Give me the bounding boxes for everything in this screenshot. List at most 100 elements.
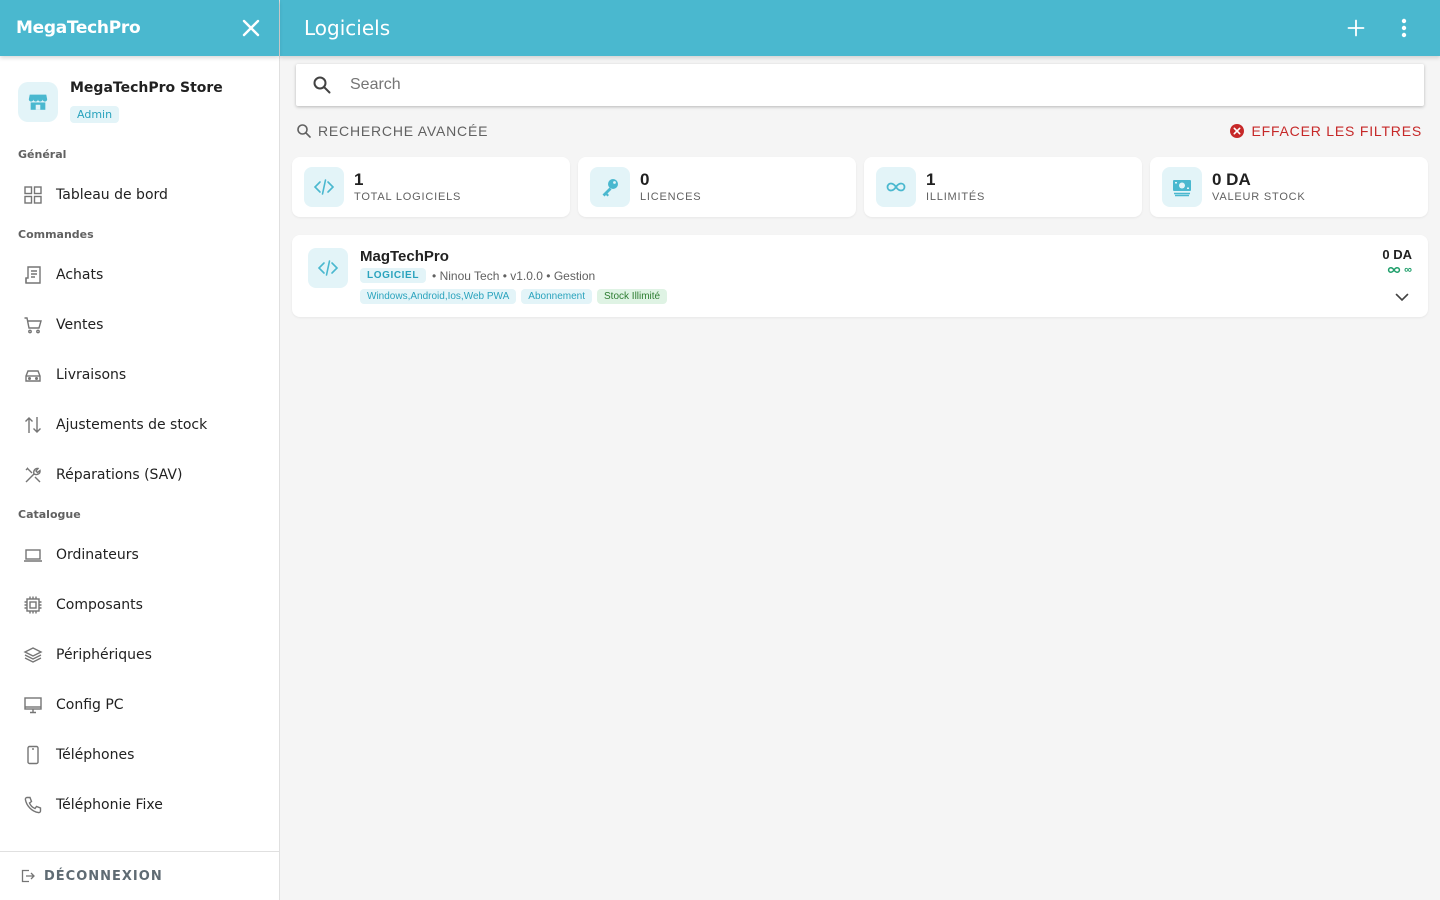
sidebar-item-label: Réparations (SAV) xyxy=(56,467,183,483)
monitor-icon xyxy=(24,697,42,714)
platform-tag: Windows,Android,Ios,Web PWA xyxy=(360,289,517,304)
stat-card-illimites: 1 ILLIMITÉS xyxy=(864,157,1142,217)
top-app-bar: Logiciels xyxy=(280,0,1440,56)
main-content: Logiciels RECHERCHE AVANCÉE EFFACER LES … xyxy=(280,0,1440,900)
more-menu-button[interactable] xyxy=(1380,4,1428,52)
stat-label: ILLIMITÉS xyxy=(926,191,986,203)
chevron-down-icon xyxy=(1395,293,1409,301)
phone-icon xyxy=(27,745,39,765)
cart-icon xyxy=(24,317,42,334)
store-icon xyxy=(28,94,48,110)
stat-value: 0 DA xyxy=(1212,170,1251,189)
sidebar-item-label: Ventes xyxy=(56,317,104,333)
code-icon xyxy=(317,260,339,276)
sidebar-item-peripheriques[interactable]: Périphériques xyxy=(0,630,279,680)
sidebar-item-label: Config PC xyxy=(56,697,124,713)
laptop-icon xyxy=(24,549,42,562)
sidebar-item-label: Ordinateurs xyxy=(56,547,139,563)
chip-icon xyxy=(24,596,42,614)
sidebar-item-achats[interactable]: Achats xyxy=(0,250,279,300)
product-stock: ∞ xyxy=(1404,264,1412,276)
sidebar-item-label: Ajustements de stock xyxy=(56,417,208,433)
sidebar-item-dashboard[interactable]: Tableau de bord xyxy=(0,170,279,220)
close-sidebar-button[interactable] xyxy=(239,16,263,40)
section-title-general: Général xyxy=(18,148,67,161)
landline-icon xyxy=(24,796,42,814)
add-button[interactable] xyxy=(1332,4,1380,52)
advanced-search-label: RECHERCHE AVANCÉE xyxy=(318,123,489,139)
section-title-commandes: Commandes xyxy=(18,228,94,241)
role-badge: Admin xyxy=(70,106,120,123)
product-thumbnail xyxy=(308,248,348,288)
product-name: MagTechPro xyxy=(360,248,449,265)
advanced-search-button[interactable]: RECHERCHE AVANCÉE xyxy=(296,123,488,139)
search-icon xyxy=(297,124,311,138)
brand-name: MegaTechPro xyxy=(16,18,141,38)
sidebar-nav: Général Tableau de bord Commandes Achats… xyxy=(0,140,279,850)
sidebar-item-ajustements[interactable]: Ajustements de stock xyxy=(0,400,279,450)
stock-tag: Stock Illimité xyxy=(597,289,668,304)
product-price: 0 DA xyxy=(1382,247,1412,262)
filters-row: RECHERCHE AVANCÉE EFFACER LES FILTRES xyxy=(296,120,1424,142)
code-icon xyxy=(313,179,335,195)
sidebar-item-ventes[interactable]: Ventes xyxy=(0,300,279,350)
tools-icon xyxy=(25,467,41,483)
key-icon xyxy=(602,179,618,197)
stat-label: TOTAL LOGICIELS xyxy=(354,191,462,203)
infinity-icon xyxy=(886,182,906,192)
sidebar-item-label: Périphériques xyxy=(56,647,152,663)
product-meta: • Ninou Tech • v1.0.0 • Gestion xyxy=(432,268,596,283)
sidebar-item-reparations[interactable]: Réparations (SAV) xyxy=(0,450,279,500)
license-type-tag: Abonnement xyxy=(521,289,592,304)
layers-icon xyxy=(23,647,43,663)
sidebar-item-label: Téléphones xyxy=(56,747,135,763)
dashboard-icon xyxy=(24,186,42,204)
sidebar-item-label: Livraisons xyxy=(56,367,127,383)
sidebar-item-label: Tableau de bord xyxy=(56,187,168,203)
sidebar-item-telephones[interactable]: Téléphones xyxy=(0,730,279,780)
stat-label: LICENCES xyxy=(640,191,702,203)
car-icon xyxy=(25,370,41,382)
stat-label: VALEUR STOCK xyxy=(1212,191,1306,203)
product-type-badge: LOGICIEL xyxy=(360,268,427,283)
money-icon xyxy=(1173,180,1191,197)
store-name: MegaTechPro Store xyxy=(70,80,223,96)
stat-card-licences: 0 LICENCES xyxy=(578,157,856,217)
infinity-icon xyxy=(1387,267,1401,273)
stats-row: 1 TOTAL LOGICIELS 0 LICENCES 1 ILLIMITÉS xyxy=(292,157,1428,217)
stat-card-total: 1 TOTAL LOGICIELS xyxy=(292,157,570,217)
logout-label: DÉCONNEXION xyxy=(44,868,163,884)
logout-icon xyxy=(21,869,35,883)
expand-button[interactable] xyxy=(1392,287,1412,307)
sidebar-item-ordinateurs[interactable]: Ordinateurs xyxy=(0,530,279,580)
sidebar-item-telephonie-fixe[interactable]: Téléphonie Fixe xyxy=(0,780,279,830)
sidebar-item-composants[interactable]: Composants xyxy=(0,580,279,630)
clear-filters-label: EFFACER LES FILTRES xyxy=(1251,123,1422,139)
app-root: MegaTechPro MegaTechPro Store Admin Géné… xyxy=(0,0,1440,900)
product-card[interactable]: MagTechPro LOGICIEL • Ninou Tech • v1.0.… xyxy=(292,235,1428,317)
receipt-icon xyxy=(25,266,41,284)
section-title-catalogue: Catalogue xyxy=(18,508,81,521)
sidebar-header: MegaTechPro xyxy=(0,0,279,56)
close-icon xyxy=(242,19,260,37)
page-title: Logiciels xyxy=(304,16,391,40)
plus-icon xyxy=(1347,19,1365,37)
sidebar-item-label: Composants xyxy=(56,597,143,613)
swap-vertical-icon xyxy=(25,417,41,433)
stat-value: 1 xyxy=(926,170,936,189)
sidebar-item-label: Téléphonie Fixe xyxy=(56,797,163,813)
search-input[interactable] xyxy=(350,76,1408,94)
logout-button[interactable]: DÉCONNEXION xyxy=(0,851,279,900)
store-avatar xyxy=(18,82,58,122)
sidebar-item-config-pc[interactable]: Config PC xyxy=(0,680,279,730)
sidebar-item-livraisons[interactable]: Livraisons xyxy=(0,350,279,400)
stat-card-valeur-stock: 0 DA VALEUR STOCK xyxy=(1150,157,1428,217)
stat-value: 1 xyxy=(354,170,364,189)
more-vertical-icon xyxy=(1401,18,1407,38)
search-icon xyxy=(313,76,331,94)
clear-filters-button[interactable]: EFFACER LES FILTRES xyxy=(1229,123,1424,139)
close-circle-icon xyxy=(1230,124,1245,138)
sidebar: MegaTechPro MegaTechPro Store Admin Géné… xyxy=(0,0,280,900)
stat-value: 0 xyxy=(640,170,650,189)
sidebar-item-label: Achats xyxy=(56,267,104,283)
